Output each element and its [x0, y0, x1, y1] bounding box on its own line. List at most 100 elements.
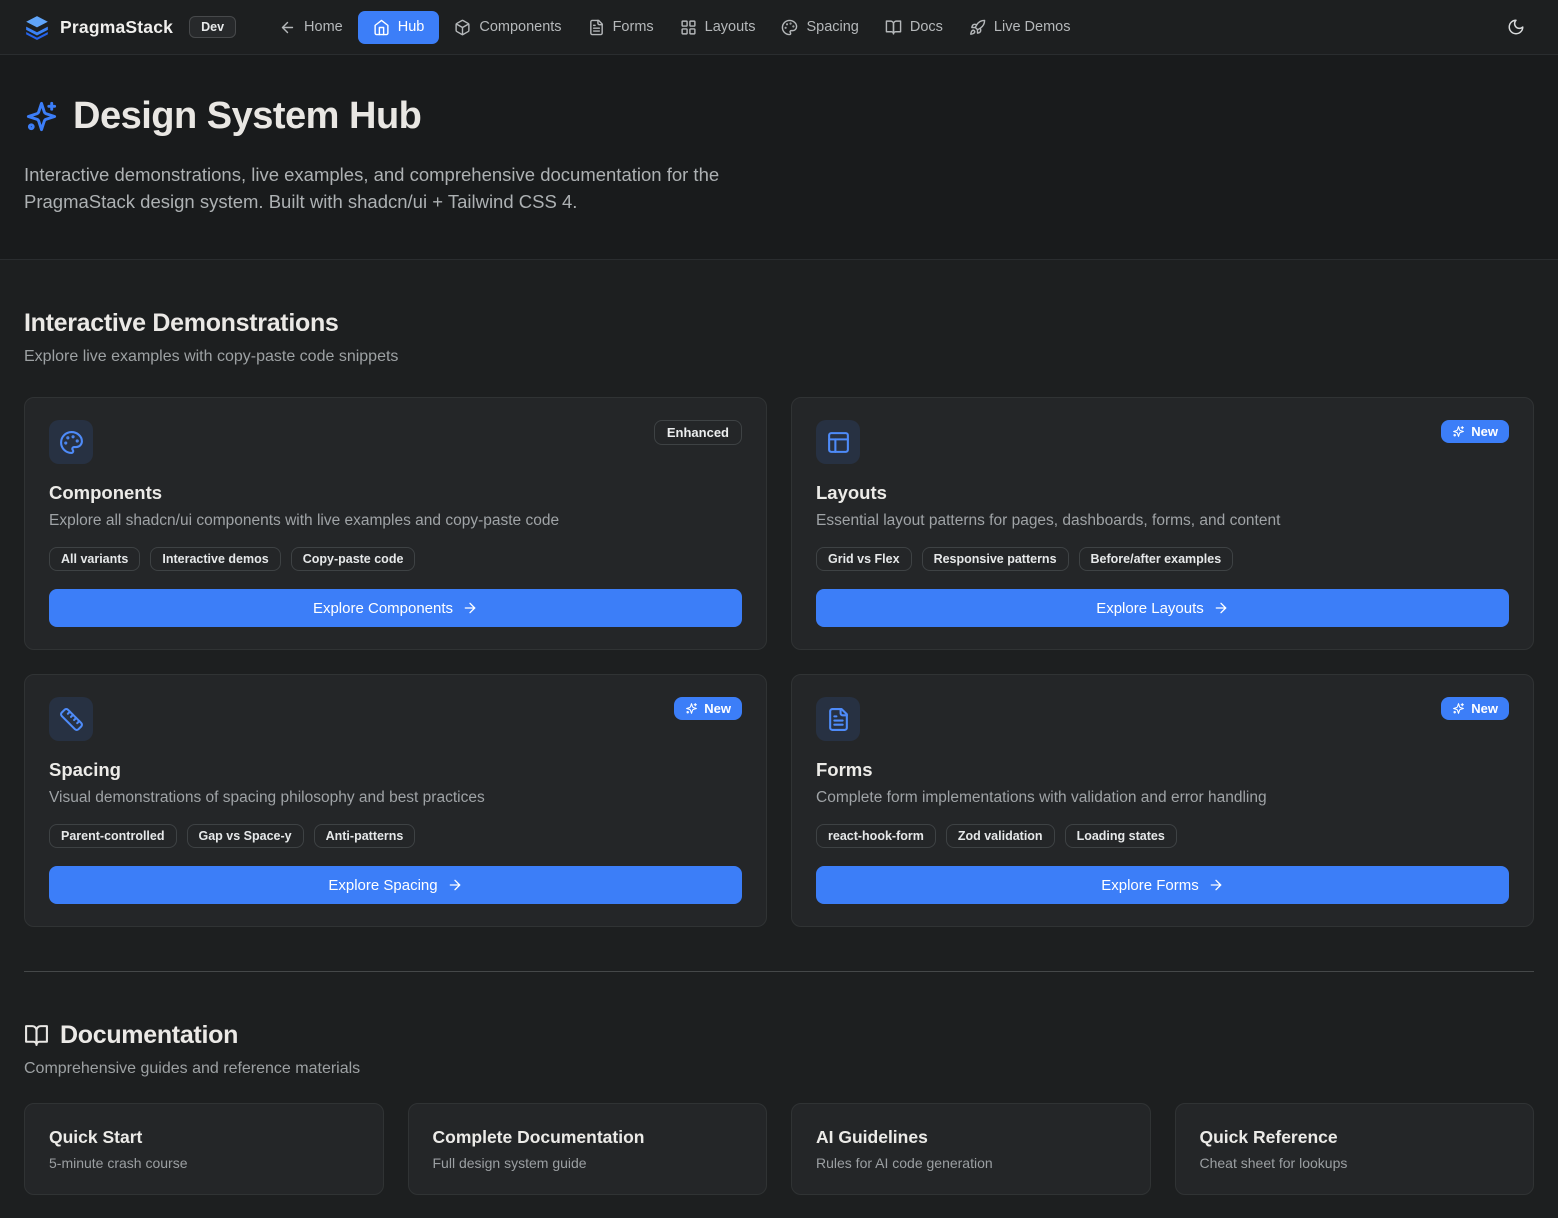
tag-badge: Anti-patterns [314, 824, 416, 848]
sparkles-icon [24, 99, 59, 134]
nav-item-forms[interactable]: Forms [577, 11, 665, 44]
layout-panel-icon [816, 420, 860, 464]
sparkles-icon [1452, 702, 1465, 715]
tag-badge: Interactive demos [150, 547, 280, 571]
nav-item-components[interactable]: Components [443, 11, 572, 44]
nav-item-label: Spacing [806, 19, 858, 35]
demo-card-components: Enhanced Components Explore all shadcn/u… [24, 397, 767, 650]
env-badge: Dev [189, 16, 236, 38]
demos-subheading: Explore live examples with copy-paste co… [24, 346, 1534, 367]
book-open-icon [885, 19, 902, 36]
nav-item-label: Layouts [705, 19, 756, 35]
arrow-left-icon [279, 19, 296, 36]
layers-icon [24, 14, 50, 40]
doc-card-description: Full design system guide [433, 1154, 743, 1172]
explore-spacing-button[interactable]: Explore Spacing [49, 866, 742, 904]
moon-icon [1507, 18, 1525, 36]
nav-item-label: Hub [398, 19, 425, 35]
theme-toggle-button[interactable] [1498, 9, 1534, 45]
card-description: Complete form implementations with valid… [816, 788, 1509, 808]
arrow-right-icon [462, 600, 478, 616]
explore-components-button[interactable]: Explore Components [49, 589, 742, 627]
house-icon [373, 19, 390, 36]
tag-badge: Before/after examples [1079, 547, 1234, 571]
top-navbar: PragmaStack Dev Home Hub Components Form… [0, 0, 1558, 55]
card-description: Essential layout patterns for pages, das… [816, 511, 1509, 531]
arrow-right-icon [1208, 877, 1224, 893]
button-label: Explore Spacing [328, 877, 437, 894]
nav-item-label: Live Demos [994, 19, 1071, 35]
docs-heading-label: Documentation [60, 1020, 238, 1050]
new-badge: New [674, 697, 742, 720]
main-content: Interactive Demonstrations Explore live … [0, 308, 1558, 1215]
layout-grid-icon [680, 19, 697, 36]
file-text-icon [816, 697, 860, 741]
doc-card-title: AI Guidelines [816, 1126, 1126, 1148]
docs-heading: Documentation [24, 1020, 1534, 1050]
tag-badge: Grid vs Flex [816, 547, 912, 571]
book-open-icon [24, 1023, 49, 1048]
section-divider [24, 971, 1534, 972]
nav-item-layouts[interactable]: Layouts [669, 11, 767, 44]
nav-item-docs[interactable]: Docs [874, 11, 954, 44]
sparkles-icon [1452, 425, 1465, 438]
doc-card-description: 5-minute crash course [49, 1154, 359, 1172]
file-text-icon [588, 19, 605, 36]
brand[interactable]: PragmaStack Dev [24, 14, 236, 40]
doc-card-ai-guidelines[interactable]: AI Guidelines Rules for AI code generati… [791, 1103, 1151, 1195]
doc-card-complete-documentation[interactable]: Complete Documentation Full design syste… [408, 1103, 768, 1195]
demos-heading: Interactive Demonstrations [24, 308, 1534, 338]
rocket-icon [969, 19, 986, 36]
tag-badge: Copy-paste code [291, 547, 416, 571]
demo-card-forms: New Forms Complete form implementations … [791, 674, 1534, 927]
demo-card-spacing: New Spacing Visual demonstrations of spa… [24, 674, 767, 927]
badge-label: New [1471, 701, 1498, 716]
card-title: Spacing [49, 759, 742, 781]
hero-description: Interactive demonstrations, live example… [24, 161, 769, 215]
palette-icon [781, 19, 798, 36]
page-title: Design System Hub [73, 95, 421, 137]
nav-item-spacing[interactable]: Spacing [770, 11, 869, 44]
sparkles-icon [685, 702, 698, 715]
nav-item-label: Docs [910, 19, 943, 35]
doc-card-description: Cheat sheet for lookups [1200, 1154, 1510, 1172]
nav-item-hub[interactable]: Hub [358, 11, 440, 44]
card-title: Components [49, 482, 742, 504]
doc-card-quick-start[interactable]: Quick Start 5-minute crash course [24, 1103, 384, 1195]
doc-card-description: Rules for AI code generation [816, 1154, 1126, 1172]
box-icon [454, 19, 471, 36]
arrow-right-icon [447, 877, 463, 893]
button-label: Explore Forms [1101, 877, 1199, 894]
doc-card-title: Quick Reference [1200, 1126, 1510, 1148]
demo-card-grid: Enhanced Components Explore all shadcn/u… [24, 397, 1534, 927]
doc-card-title: Complete Documentation [433, 1126, 743, 1148]
doc-card-title: Quick Start [49, 1126, 359, 1148]
explore-forms-button[interactable]: Explore Forms [816, 866, 1509, 904]
nav-item-label: Home [304, 19, 343, 35]
demo-card-layouts: New Layouts Essential layout patterns fo… [791, 397, 1534, 650]
card-description: Visual demonstrations of spacing philoso… [49, 788, 742, 808]
enhanced-badge: Enhanced [654, 420, 742, 445]
badge-label: New [704, 701, 731, 716]
explore-layouts-button[interactable]: Explore Layouts [816, 589, 1509, 627]
tag-badge: Zod validation [946, 824, 1055, 848]
tag-badge: Gap vs Space-y [187, 824, 304, 848]
palette-icon [49, 420, 93, 464]
nav-item-label: Components [479, 19, 561, 35]
button-label: Explore Layouts [1096, 600, 1204, 617]
doc-card-grid: Quick Start 5-minute crash course Comple… [24, 1103, 1534, 1195]
main-nav: Home Hub Components Forms Layouts Spacin… [268, 11, 1081, 44]
docs-subheading: Comprehensive guides and reference mater… [24, 1058, 1534, 1079]
doc-card-quick-reference[interactable]: Quick Reference Cheat sheet for lookups [1175, 1103, 1535, 1195]
nav-item-live-demos[interactable]: Live Demos [958, 11, 1082, 44]
new-badge: New [1441, 420, 1509, 443]
badge-label: New [1471, 424, 1498, 439]
card-description: Explore all shadcn/ui components with li… [49, 511, 742, 531]
new-badge: New [1441, 697, 1509, 720]
button-label: Explore Components [313, 600, 453, 617]
nav-item-home[interactable]: Home [268, 11, 354, 44]
arrow-right-icon [1213, 600, 1229, 616]
tag-badge: All variants [49, 547, 140, 571]
ruler-icon [49, 697, 93, 741]
card-title: Forms [816, 759, 1509, 781]
